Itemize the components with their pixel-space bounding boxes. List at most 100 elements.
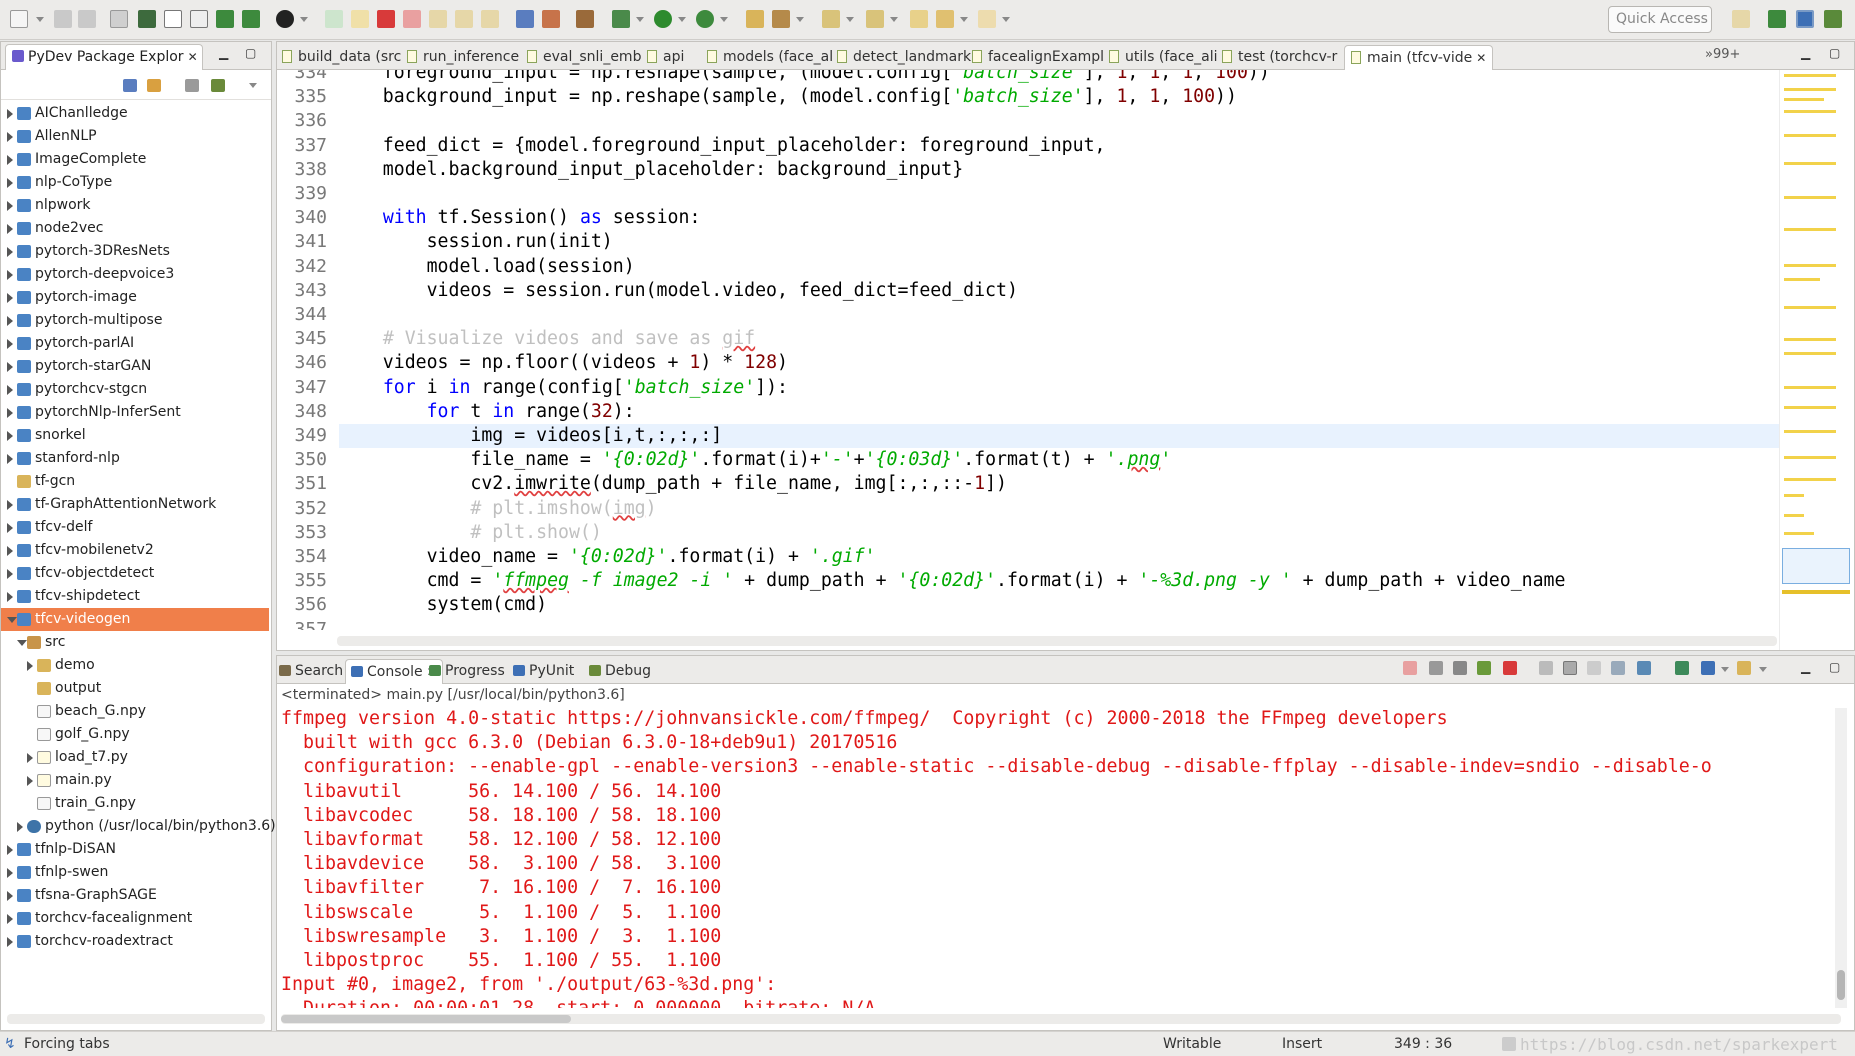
block-comment-icon[interactable]	[542, 10, 560, 28]
overview-ruler[interactable]	[1779, 70, 1854, 650]
close-icon[interactable]: ✕	[1476, 51, 1486, 65]
filter-icon[interactable]	[185, 79, 199, 92]
collapse-all-icon[interactable]	[123, 79, 137, 92]
collapsed-arrow-icon[interactable]	[7, 431, 13, 441]
code-line[interactable]: # Visualize videos and save as gif	[339, 328, 755, 352]
occurrence-marker[interactable]	[1784, 338, 1836, 341]
collapsed-arrow-icon[interactable]	[7, 891, 13, 901]
tree-item[interactable]: pytorch-image	[1, 286, 269, 309]
show-stdout-icon[interactable]	[1587, 661, 1601, 675]
open-type-icon[interactable]	[164, 10, 182, 28]
tree-item[interactable]: nlpwork	[1, 194, 269, 217]
view-menu-icon[interactable]	[211, 79, 225, 92]
occurrence-marker[interactable]	[1784, 278, 1820, 281]
code-line[interactable]: background_input = np.reshape(sample, (m…	[339, 86, 1237, 110]
collapsed-arrow-icon[interactable]	[7, 523, 13, 533]
prev-annotation-icon[interactable]	[866, 10, 884, 28]
tree-item[interactable]: stanford-nlp	[1, 447, 269, 470]
collapsed-arrow-icon[interactable]	[7, 224, 13, 234]
tree-item[interactable]: train_G.npy	[1, 792, 269, 815]
debug-icon[interactable]	[612, 10, 630, 28]
tree-item[interactable]: ImageComplete	[1, 148, 269, 171]
pin-icon[interactable]	[1637, 661, 1651, 675]
tab-package-explorer[interactable]: PyDev Package Explor ✕	[5, 44, 203, 70]
next-annotation-dropdown-icon[interactable]	[846, 17, 854, 22]
tree-item[interactable]: node2vec	[1, 217, 269, 240]
tree-item[interactable]: golf_G.npy	[1, 723, 269, 746]
tree-item[interactable]: pytorch-multipose	[1, 309, 269, 332]
code-line[interactable]: foreground_input = np.reshape(sample, (m…	[339, 70, 1270, 86]
occurrence-marker[interactable]	[1784, 406, 1836, 409]
last-edit-icon[interactable]	[910, 10, 928, 28]
scroll-lock-icon[interactable]	[1539, 661, 1553, 675]
occurrence-marker[interactable]	[1784, 352, 1836, 355]
code-line[interactable]: img = videos[i,t,:,:,:]	[339, 425, 722, 449]
collapsed-arrow-icon[interactable]	[7, 155, 13, 165]
new-dropdown-icon[interactable]	[36, 17, 44, 22]
console-icon[interactable]	[190, 10, 208, 28]
console-minimize-icon[interactable]: ▁	[1801, 660, 1810, 674]
tree-item[interactable]: demo	[1, 654, 269, 677]
console-view-tab[interactable]: PyUnit	[513, 659, 574, 684]
code-line[interactable]: videos = session.run(model.video, feed_d…	[339, 280, 1018, 304]
tree-item[interactable]: pytorch-starGAN	[1, 355, 269, 378]
occurrence-marker[interactable]	[1784, 88, 1836, 91]
editor-tab[interactable]: run_inference	[407, 45, 519, 70]
collapsed-arrow-icon[interactable]	[7, 937, 13, 947]
resume-icon[interactable]	[325, 10, 343, 28]
occurrence-marker[interactable]	[1784, 456, 1836, 459]
search-tool-icon[interactable]	[772, 10, 790, 28]
word-wrap-icon[interactable]	[1563, 661, 1577, 675]
prev-annotation-dropdown-icon[interactable]	[890, 17, 898, 22]
collapsed-arrow-icon[interactable]	[7, 201, 13, 211]
open-perspective-icon[interactable]	[1732, 10, 1750, 28]
tree-item[interactable]: src	[1, 631, 269, 654]
occurrence-marker[interactable]	[1784, 98, 1824, 101]
viewport-indicator[interactable]	[1782, 548, 1850, 584]
new-console-dropdown-icon[interactable]	[1759, 667, 1767, 672]
occurrence-marker[interactable]	[1784, 264, 1836, 267]
occurrence-marker[interactable]	[1784, 386, 1836, 389]
code-line[interactable]: video_name = '{0:02d}'.format(i) + '.gif…	[339, 546, 876, 570]
expanded-arrow-icon[interactable]	[17, 640, 27, 646]
tree-item[interactable]: nlp-CoType	[1, 171, 269, 194]
tree-item[interactable]: pytorchcv-stgcn	[1, 378, 269, 401]
new-file-icon[interactable]	[10, 10, 28, 28]
collapsed-arrow-icon[interactable]	[7, 270, 13, 280]
coverage-icon[interactable]	[696, 10, 714, 28]
code-text[interactable]: foreground_input = np.reshape(sample, (m…	[339, 70, 1779, 630]
collapsed-arrow-icon[interactable]	[27, 661, 33, 671]
tree-item[interactable]: tfcv-delf	[1, 516, 269, 539]
code-line[interactable]: session.run(init)	[339, 231, 613, 255]
collapsed-arrow-icon[interactable]	[7, 316, 13, 326]
editor-horizontal-scrollbar[interactable]	[337, 636, 1777, 646]
occurrence-marker[interactable]	[1784, 532, 1814, 535]
console-view-tab[interactable]: Search	[279, 659, 343, 684]
code-line[interactable]: for i in range(config['batch_size']):	[339, 377, 788, 401]
current-line-marker[interactable]	[1782, 590, 1850, 594]
tree-item[interactable]: AIChanlledge	[1, 102, 269, 125]
run-icon[interactable]	[654, 10, 672, 28]
console-view-tab[interactable]: Console✕	[345, 659, 443, 684]
occurrence-marker[interactable]	[1784, 162, 1836, 165]
settings-dropdown-icon[interactable]	[300, 17, 308, 22]
code-line[interactable]: # plt.imshow(img)	[339, 498, 656, 522]
debug-perspective-icon[interactable]	[1824, 10, 1842, 28]
tree-item[interactable]: python (/usr/local/bin/python3.6)	[1, 815, 276, 838]
editor-tab[interactable]: detect_landmark	[837, 45, 971, 70]
remove-launch-icon[interactable]	[1429, 661, 1443, 675]
code-line[interactable]: videos = np.floor((videos + 1) * 128)	[339, 352, 788, 376]
remove-all-launches-icon[interactable]	[1453, 661, 1467, 675]
collapsed-arrow-icon[interactable]	[7, 385, 13, 395]
occurrence-marker[interactable]	[1784, 306, 1836, 309]
settings-icon[interactable]	[276, 10, 294, 28]
tree-item[interactable]: tfsna-GraphSAGE	[1, 884, 269, 907]
back-icon[interactable]	[936, 10, 954, 28]
occurrence-marker[interactable]	[1784, 494, 1804, 497]
tree-item[interactable]: torchcv-roadextract	[1, 930, 269, 953]
collapsed-arrow-icon[interactable]	[7, 132, 13, 142]
open-folder-icon[interactable]	[746, 10, 764, 28]
save-all-icon[interactable]	[78, 10, 96, 28]
code-line[interactable]: with tf.Session() as session:	[339, 207, 701, 231]
console-vertical-scrollbar[interactable]	[1835, 708, 1847, 1008]
